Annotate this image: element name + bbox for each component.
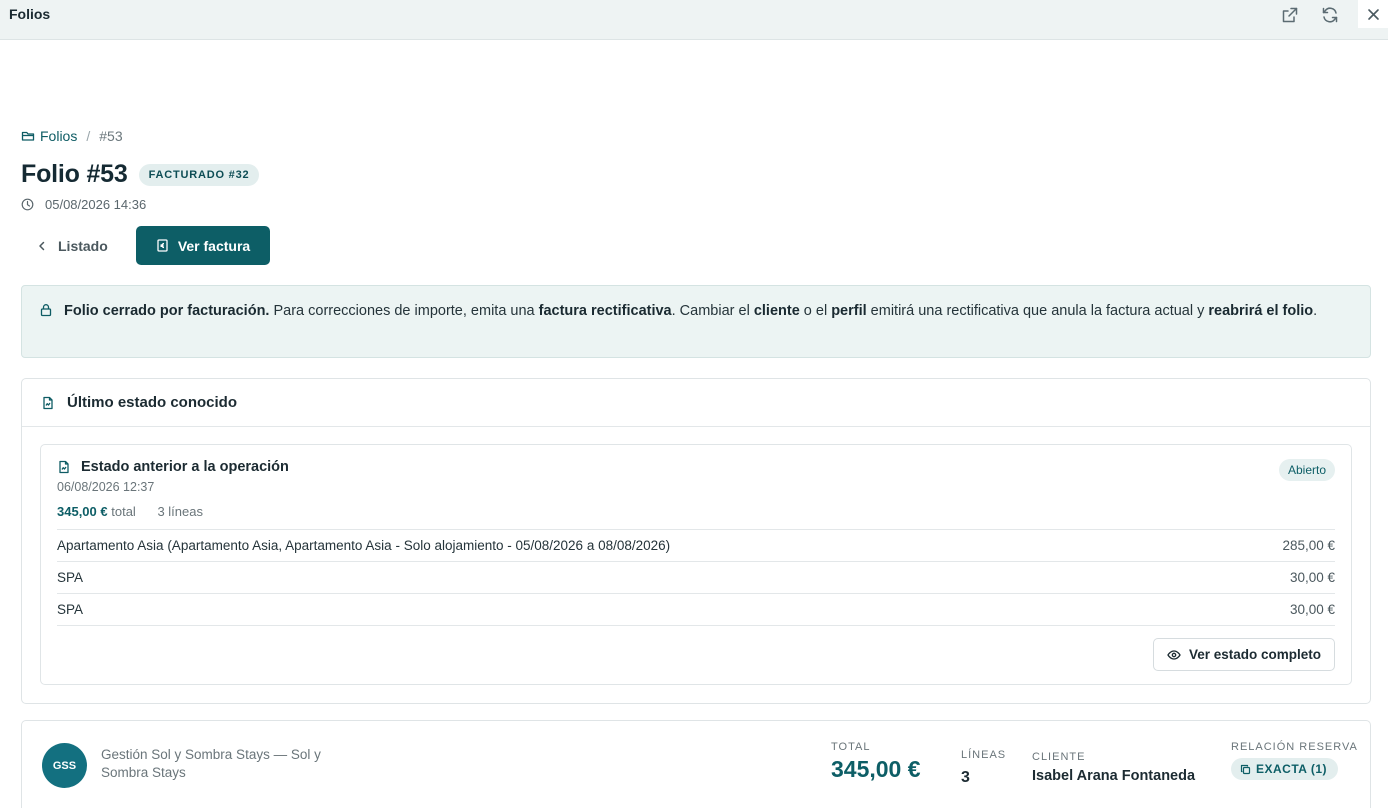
breadcrumb-root-label: Folios <box>40 128 78 144</box>
summary-lines: LÍNEAS 3 <box>961 749 1006 787</box>
card-heading: Último estado conocido <box>67 394 238 411</box>
client-value: Isabel Arana Fontaneda <box>1032 768 1196 784</box>
status-badge: FACTURADO #32 <box>138 163 260 186</box>
external-link-icon[interactable] <box>1279 4 1301 26</box>
line-amount: 30,00 € <box>1289 602 1335 617</box>
back-to-list-button[interactable]: Listado <box>36 231 108 261</box>
folio-datetime: 05/08/2026 14:36 <box>21 197 146 212</box>
breadcrumb-separator: / <box>86 128 91 144</box>
lock-icon <box>40 304 52 317</box>
state-entry: Estado anterior a la operación 06/08/202… <box>40 444 1352 685</box>
line-amount: 30,00 € <box>1289 570 1335 585</box>
state-total-amount: 345,00 € <box>57 504 108 519</box>
back-button-label: Listado <box>58 238 108 254</box>
relation-label: RELACIÓN RESERVA <box>1231 741 1358 753</box>
summary-total: TOTAL 345,00 € <box>831 741 921 783</box>
line-description: SPA <box>57 602 84 617</box>
state-lines: Apartamento Asia (Apartamento Asia, Apar… <box>57 529 1335 626</box>
refresh-icon[interactable] <box>1319 4 1341 26</box>
view-full-state-label: Ver estado completo <box>1188 647 1321 662</box>
line-amount: 285,00 € <box>1282 538 1335 553</box>
line-item: Apartamento Asia (Apartamento Asia, Apar… <box>57 530 1335 562</box>
state-summary: 345,00 € total 3 líneas <box>57 504 203 519</box>
summary-client: CLIENTE Isabel Arana Fontaneda <box>1032 751 1195 784</box>
state-total-label: total <box>111 504 136 519</box>
clock-icon <box>21 198 34 211</box>
line-description: SPA <box>57 570 84 585</box>
state-datetime: 06/08/2026 12:37 <box>57 480 155 494</box>
view-invoice-button[interactable]: Ver factura <box>136 226 270 265</box>
client-label: CLIENTE <box>1032 751 1086 763</box>
line-item: SPA 30,00 € <box>57 562 1335 594</box>
line-description: Apartamento Asia (Apartamento Asia, Apar… <box>57 538 671 553</box>
folio-datetime-text: 05/08/2026 14:36 <box>45 197 147 212</box>
state-title: Estado anterior a la operación <box>57 459 289 475</box>
closed-folio-alert: Folio cerrado por facturación. Para corr… <box>21 285 1371 358</box>
document-icon <box>43 396 53 409</box>
breadcrumb-folios-link[interactable]: Folios <box>21 128 77 144</box>
close-icon[interactable] <box>1358 0 1388 28</box>
card-header: Último estado conocido <box>22 379 1370 427</box>
state-title-text: Estado anterior a la operación <box>81 459 289 475</box>
line-item: SPA 30,00 € <box>57 594 1335 626</box>
total-value: 345,00 € <box>831 756 921 782</box>
view-invoice-label: Ver factura <box>177 237 251 254</box>
eye-icon <box>1167 649 1181 660</box>
folder-icon <box>21 131 35 141</box>
state-lines-count: 3 líneas <box>157 504 203 519</box>
lines-label: LÍNEAS <box>961 749 1007 761</box>
document-icon <box>59 460 69 474</box>
avatar: GSS <box>42 743 87 788</box>
invoice-icon <box>157 239 168 252</box>
organization-name: Gestión Sol y Sombra Stays — Sol y Sombr… <box>101 747 321 780</box>
relation-badge[interactable]: EXACTA (1) <box>1231 758 1338 780</box>
breadcrumb: Folios / #53 <box>21 128 123 144</box>
chevron-left-icon <box>39 241 45 251</box>
summary-relation: RELACIÓN RESERVA EXACTA (1) <box>1231 741 1358 780</box>
relation-value: EXACTA (1) <box>1256 762 1327 776</box>
window-title: Folios <box>9 6 51 22</box>
total-label: TOTAL <box>831 741 871 753</box>
lines-value: 3 <box>961 769 970 786</box>
copy-icon <box>1240 764 1251 774</box>
state-status-badge: Abierto <box>1278 459 1335 481</box>
page-title: Folio #53 <box>21 160 128 188</box>
last-state-card: Último estado conocido Estado anterior a… <box>21 378 1371 704</box>
page-title-row: Folio #53 FACTURADO #32 <box>21 160 260 189</box>
view-full-state-button[interactable]: Ver estado completo <box>1152 638 1335 671</box>
folio-summary-card: GSS Gestión Sol y Sombra Stays — Sol y S… <box>21 720 1371 808</box>
breadcrumb-current: #53 <box>99 128 123 144</box>
window-titlebar: Folios <box>0 0 1388 40</box>
alert-text: Folio cerrado por facturación. Para corr… <box>64 303 1318 319</box>
